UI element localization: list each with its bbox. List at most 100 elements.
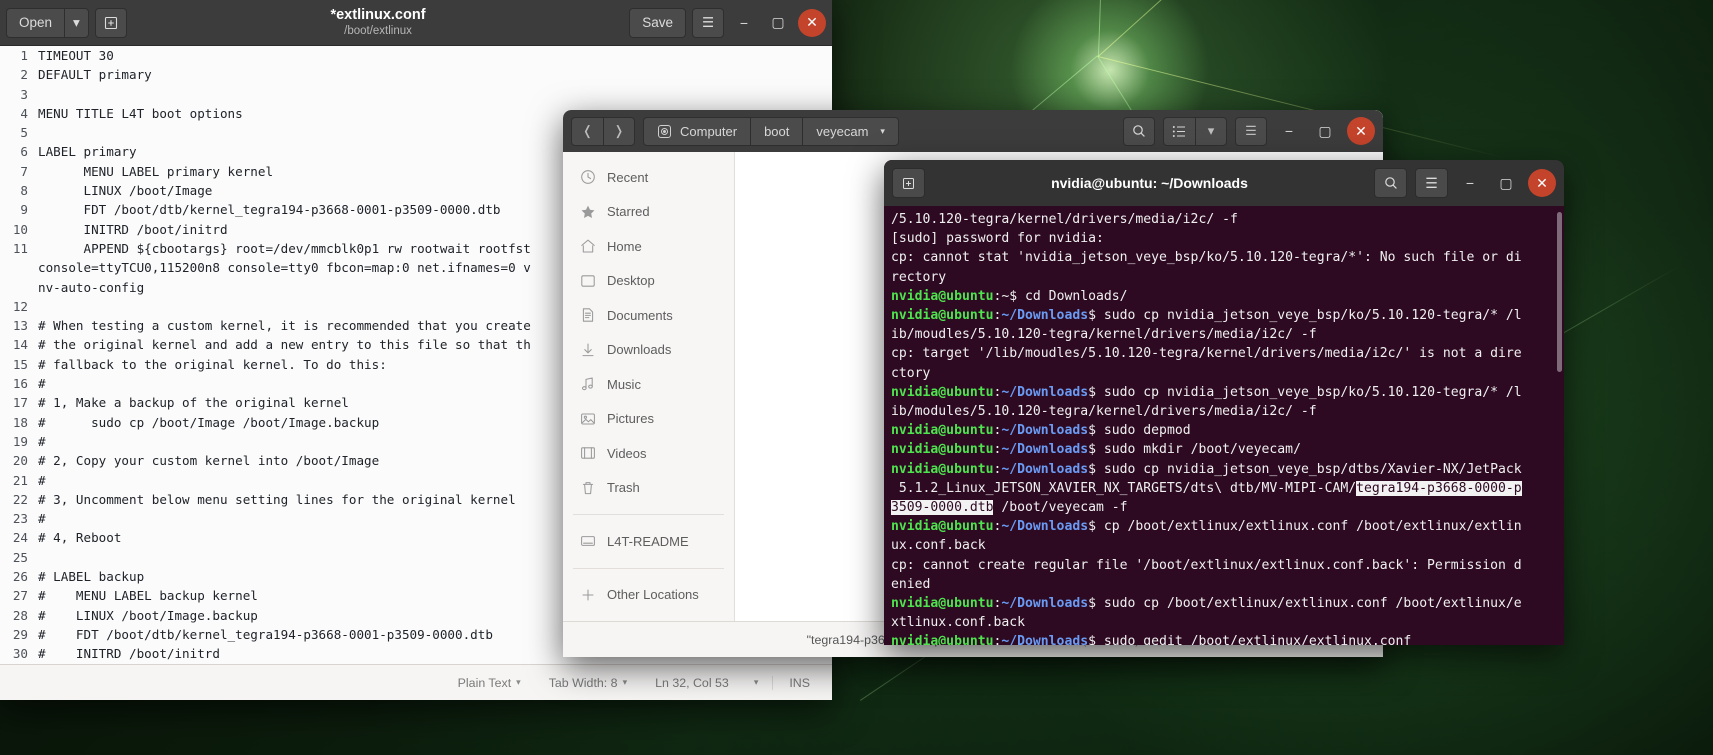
sidebar-item-documents[interactable]: Documents [563, 298, 734, 333]
search-icon[interactable] [1123, 117, 1155, 146]
sidebar-item-home[interactable]: Home [563, 229, 734, 264]
terminal-prompt-user: nvidia@ubuntu [891, 442, 993, 457]
breadcrumb-label: veyecam [816, 124, 868, 139]
sidebar-item-other-locations[interactable]: Other Locations [563, 578, 734, 613]
sidebar-item-recent[interactable]: Recent [563, 160, 734, 195]
terminal-line: rectory [891, 268, 1564, 287]
chevron-down-icon[interactable]: ▾ [880, 126, 885, 137]
terminal-prompt-user: nvidia@ubuntu [891, 289, 993, 304]
sidebar-item-pictures[interactable]: Pictures [563, 402, 734, 437]
terminal-titlebar: nvidia@ubuntu: ~/Downloads ☰ − ▢ ✕ [884, 160, 1564, 206]
sidebar-item-label: Trash [607, 480, 640, 495]
line-text: LINUX /boot/Image [34, 181, 212, 200]
terminal-output-text: rectory [891, 270, 946, 285]
chevron-right-icon[interactable]: ❭ [603, 117, 635, 146]
terminal-output-text: xtlinux.conf.back [891, 615, 1025, 630]
line-number: 13 [0, 316, 34, 335]
close-icon[interactable]: ✕ [798, 9, 826, 37]
navigation-buttons: ❬ ❭ [571, 117, 635, 146]
breadcrumb-boot[interactable]: boot [750, 117, 802, 146]
new-document-icon[interactable] [95, 8, 127, 38]
line-number: 29 [0, 625, 34, 644]
chevron-down-icon[interactable]: ▾ [1195, 117, 1227, 146]
document-icon [579, 307, 596, 323]
line-number: 19 [0, 432, 34, 451]
hamburger-menu-icon[interactable]: ☰ [1415, 168, 1448, 198]
terminal-command-text: 5.1.2_Linux_JETSON_XAVIER_NX_TARGETS/dts… [891, 481, 1356, 496]
terminal-line: nvidia@ubuntu:~/Downloads$ sudo depmod [891, 421, 1564, 440]
close-icon[interactable]: ✕ [1347, 117, 1375, 145]
terminal-prompt-path: ~/Downloads [1001, 634, 1088, 645]
maximize-icon[interactable]: ▢ [764, 9, 792, 37]
cursor-position[interactable]: Ln 32, Col 53 ▾ [641, 676, 772, 690]
chevron-left-icon[interactable]: ❬ [571, 117, 603, 146]
line-number: 27 [0, 586, 34, 605]
sidebar-item-label: Desktop [607, 273, 655, 288]
list-view-icon[interactable] [1163, 117, 1195, 146]
breadcrumb-veyecam[interactable]: veyecam ▾ [802, 117, 899, 146]
line-number: 9 [0, 200, 34, 219]
hamburger-menu-icon[interactable]: ☰ [692, 8, 724, 38]
picture-icon [579, 411, 596, 427]
terminal-prompt-user: nvidia@ubuntu [891, 423, 993, 438]
line-text: MENU TITLE L4T boot options [34, 104, 243, 123]
line-number: 21 [0, 471, 34, 490]
line-text: TIMEOUT 30 [34, 46, 114, 65]
maximize-icon[interactable]: ▢ [1492, 169, 1520, 197]
terminal-line: cp: cannot stat 'nvidia_jetson_veye_bsp/… [891, 248, 1564, 267]
terminal-line: nvidia@ubuntu:~/Downloads$ sudo mkdir /b… [891, 440, 1564, 459]
terminal-scrollbar[interactable] [1557, 212, 1562, 372]
terminal-output[interactable]: /5.10.120-tegra/kernel/drivers/media/i2c… [884, 206, 1564, 645]
sidebar-item-trash[interactable]: Trash [563, 471, 734, 506]
line-text: LABEL primary [34, 142, 137, 161]
terminal-prompt-dollar: $ [1088, 423, 1104, 438]
maximize-icon[interactable]: ▢ [1311, 117, 1339, 145]
language-selector[interactable]: Plain Text ▾ [444, 676, 535, 690]
sidebar-item-videos[interactable]: Videos [563, 436, 734, 471]
minimize-icon[interactable]: − [1456, 169, 1484, 197]
open-button-group[interactable]: Open ▾ [6, 8, 89, 38]
sidebar-item-music[interactable]: Music [563, 367, 734, 402]
line-text: APPEND ${cbootargs} root=/dev/mmcblk0p1 … [34, 239, 531, 258]
hamburger-menu-icon[interactable]: ☰ [1235, 117, 1267, 146]
file-manager-sidebar: Recent Starred Home Desktop Documents Downloa… [563, 152, 735, 621]
terminal-line: cp: cannot create regular file '/boot/ex… [891, 556, 1564, 575]
save-button[interactable]: Save [629, 8, 686, 38]
line-number: 25 [0, 548, 34, 567]
line-number: 11 [0, 239, 34, 258]
sidebar-item-l4t-readme[interactable]: L4T-README [563, 524, 734, 559]
line-number: 6 [0, 142, 34, 161]
terminal-line: nvidia@ubuntu:~/Downloads$ sudo gedit /b… [891, 632, 1564, 645]
terminal-title: nvidia@ubuntu: ~/Downloads [933, 175, 1366, 191]
line-text [34, 297, 38, 316]
line-number: 7 [0, 162, 34, 181]
search-icon[interactable] [1374, 168, 1407, 198]
terminal-line: 3509-0000.dtb /boot/veyecam -f [891, 498, 1564, 517]
sidebar-item-label: Downloads [607, 342, 671, 357]
sidebar-item-desktop[interactable]: Desktop [563, 264, 734, 299]
line-text: # FDT /boot/dtb/kernel_tegra194-p3668-00… [34, 625, 493, 644]
new-tab-icon[interactable] [892, 168, 925, 198]
line-number: 17 [0, 393, 34, 412]
terminal-prompt-path: :~$ [993, 289, 1025, 304]
line-number: 15 [0, 355, 34, 374]
file-manager-titlebar: ❬ ❭ Computer boot veyecam ▾ [563, 110, 1383, 152]
sidebar-item-label: Starred [607, 204, 650, 219]
open-button[interactable]: Open [6, 8, 64, 38]
sidebar-item-downloads[interactable]: Downloads [563, 333, 734, 368]
breadcrumb-computer[interactable]: Computer [643, 117, 750, 146]
minimize-icon[interactable]: − [1275, 117, 1303, 145]
line-text: # LINUX /boot/Image.backup [34, 606, 258, 625]
chevron-down-icon[interactable]: ▾ [64, 8, 89, 38]
sidebar-item-starred[interactable]: Starred [563, 195, 734, 230]
terminal-command-text: sudo cp nvidia_jetson_veye_bsp/ko/5.10.1… [1104, 308, 1522, 323]
tab-width-selector[interactable]: Tab Width: 8 ▾ [535, 676, 641, 690]
line-text: # 4, Reboot [34, 528, 121, 547]
minimize-icon[interactable]: − [730, 9, 758, 37]
close-icon[interactable]: ✕ [1528, 169, 1556, 197]
terminal-prompt-user: nvidia@ubuntu [891, 634, 993, 645]
terminal-line: nvidia@ubuntu:~$ cd Downloads/ [891, 287, 1564, 306]
terminal-prompt-user: nvidia@ubuntu [891, 462, 993, 477]
desktop-icon [579, 273, 596, 289]
gedit-status-bar: Plain Text ▾ Tab Width: 8 ▾ Ln 32, Col 5… [0, 664, 832, 700]
